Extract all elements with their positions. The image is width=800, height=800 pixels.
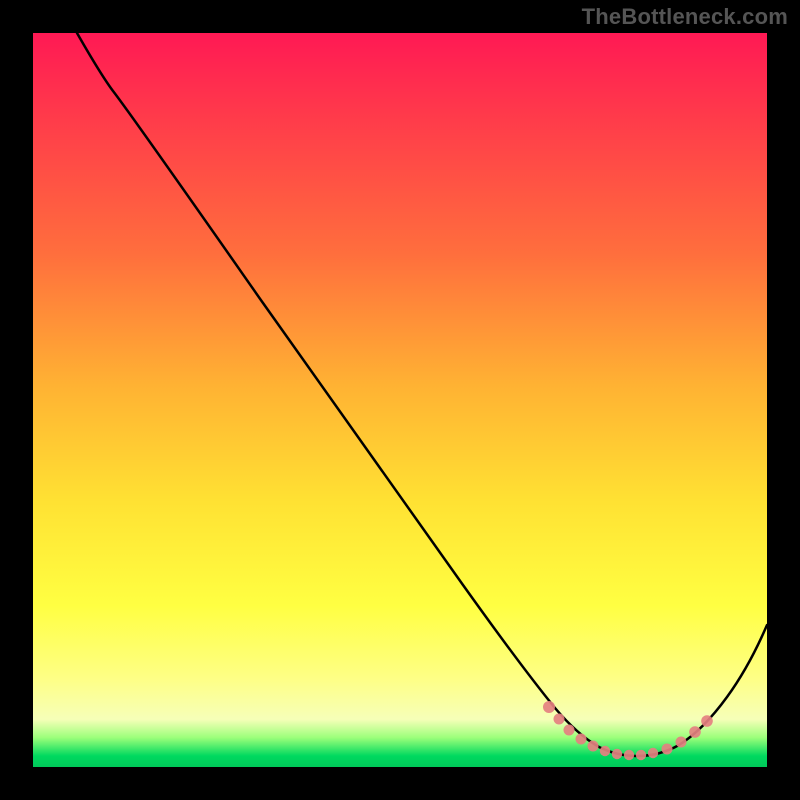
marker-group (543, 701, 713, 760)
plot-area (33, 33, 767, 767)
curve-path (77, 33, 767, 756)
chart-frame: TheBottleneck.com (0, 0, 800, 800)
chart-svg (33, 33, 767, 767)
watermark-text: TheBottleneck.com (582, 4, 788, 30)
